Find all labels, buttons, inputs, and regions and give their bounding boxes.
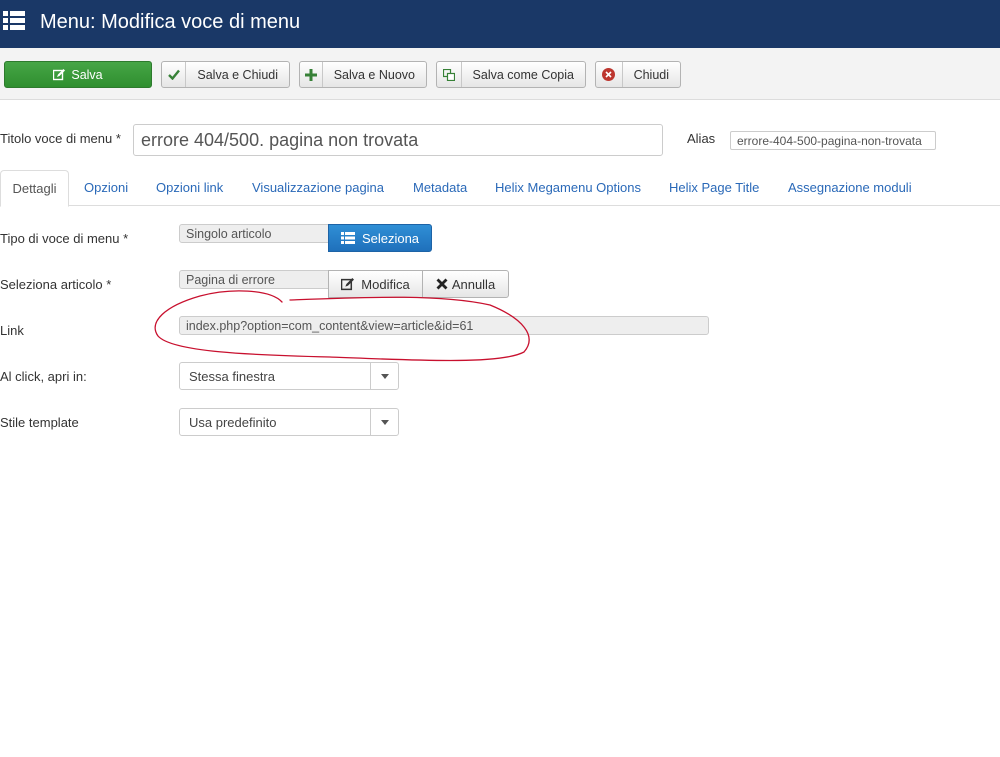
app-header: Menu: Modifica voce di menu bbox=[0, 0, 1000, 48]
link-label: Link bbox=[0, 323, 24, 338]
tab-assegnazione-moduli[interactable]: Assegnazione moduli bbox=[788, 170, 912, 206]
title-input[interactable]: errore 404/500. pagina non trovata bbox=[133, 124, 663, 156]
article-label: Seleziona articolo * bbox=[0, 277, 112, 292]
toolbar: Salva Salva e Chiudi Salva e Nuovo Salva… bbox=[0, 48, 1000, 100]
tab-metadata[interactable]: Metadata bbox=[413, 170, 467, 206]
tab-opzioni[interactable]: Opzioni bbox=[84, 170, 128, 206]
edit-article-button[interactable]: Modifica bbox=[328, 270, 423, 298]
template-select-value: Usa predefinito bbox=[189, 414, 277, 430]
tab-helix-page-title[interactable]: Helix Page Title bbox=[669, 170, 759, 206]
caret-down-icon bbox=[370, 409, 398, 435]
menu-type-label: Tipo di voce di menu * bbox=[0, 231, 129, 246]
save-button[interactable]: Salva bbox=[4, 61, 152, 88]
tab-opzioni-link[interactable]: Opzioni link bbox=[156, 170, 223, 206]
target-select-value: Stessa finestra bbox=[189, 368, 275, 384]
tab-helix-megamenu-options[interactable]: Helix Megamenu Options bbox=[495, 170, 641, 206]
select-type-label: Seleziona bbox=[361, 230, 420, 246]
list-icon bbox=[3, 11, 25, 30]
save-close-label: Salva e Chiudi bbox=[197, 67, 278, 82]
edit-icon bbox=[341, 277, 355, 290]
save-close-button[interactable]: Salva e Chiudi bbox=[161, 61, 290, 88]
plus-icon bbox=[300, 62, 323, 87]
close-circle-icon bbox=[596, 62, 623, 87]
target-select[interactable]: Stessa finestra bbox=[179, 362, 399, 390]
alias-input[interactable]: errore-404-500-pagina-non-trovata bbox=[730, 131, 936, 150]
page-title: Menu: Modifica voce di menu bbox=[40, 11, 301, 33]
save-copy-label: Salva come Copia bbox=[472, 67, 574, 82]
link-field: index.php?option=com_content&view=articl… bbox=[179, 316, 709, 335]
save-new-button[interactable]: Salva e Nuovo bbox=[299, 61, 427, 88]
caret-down-icon bbox=[370, 363, 398, 389]
cancel-article-label: Annulla bbox=[451, 276, 496, 292]
cancel-article-button[interactable]: Annulla bbox=[422, 270, 509, 298]
list-icon bbox=[340, 232, 355, 244]
check-icon bbox=[162, 62, 187, 87]
tab-bar: Dettagli Opzioni Opzioni link Visualizza… bbox=[0, 170, 1000, 207]
title-label: Titolo voce di menu * bbox=[0, 131, 121, 146]
edit-icon bbox=[53, 62, 66, 87]
article-field: Pagina di errore bbox=[179, 270, 329, 289]
select-type-button[interactable]: Seleziona bbox=[328, 224, 432, 252]
menu-type-field: Singolo articolo bbox=[179, 224, 329, 243]
annotation-ellipse bbox=[154, 290, 530, 362]
tab-dettagli[interactable]: Dettagli bbox=[0, 170, 69, 207]
template-select[interactable]: Usa predefinito bbox=[179, 408, 399, 436]
target-label: Al click, apri in: bbox=[0, 369, 87, 384]
save-label: Salva bbox=[71, 67, 103, 82]
alias-label: Alias bbox=[687, 131, 716, 146]
close-button[interactable]: Chiudi bbox=[595, 61, 681, 88]
close-label: Chiudi bbox=[633, 67, 669, 82]
copy-icon bbox=[437, 62, 462, 87]
tab-visualizzazione-pagina[interactable]: Visualizzazione pagina bbox=[252, 170, 384, 206]
save-copy-button[interactable]: Salva come Copia bbox=[436, 61, 586, 88]
template-label: Stile template bbox=[0, 415, 79, 430]
save-new-label: Salva e Nuovo bbox=[333, 67, 415, 82]
edit-article-label: Modifica bbox=[361, 276, 410, 292]
x-icon bbox=[436, 278, 448, 290]
